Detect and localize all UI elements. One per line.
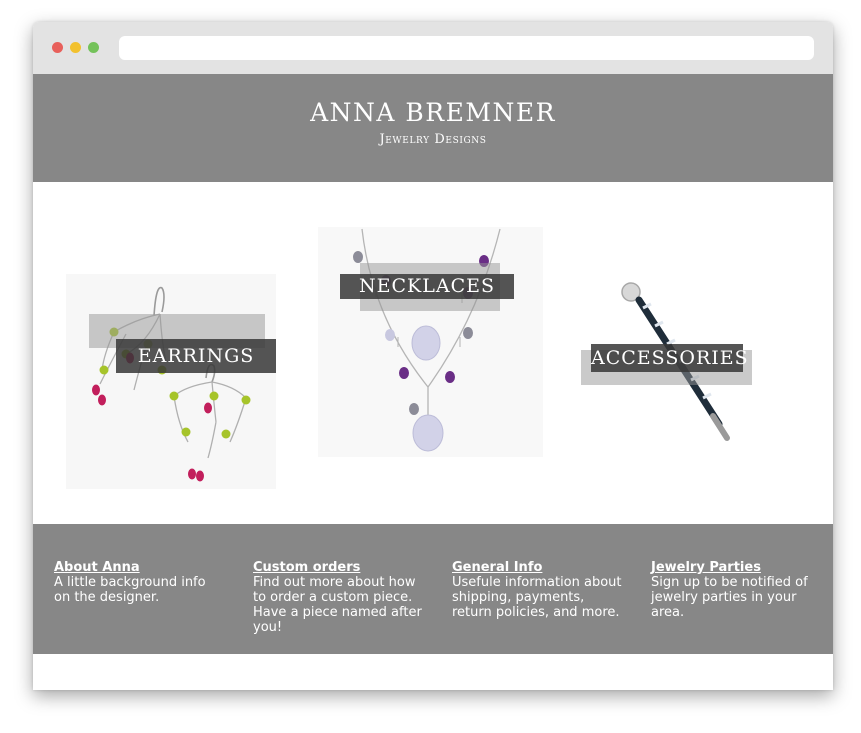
address-bar[interactable] [119,36,814,60]
maximize-window-button[interactable] [88,42,99,53]
earrings-label[interactable]: EARRINGS [116,339,276,373]
browser-window: ANNA BREMNER Jewelry Designs EARRINGS NE… [33,22,833,690]
about-anna-text: A little background info on the designer… [54,575,206,605]
category-tile-accessories[interactable]: ACCESSORIES [581,274,752,449]
page-bottom [33,654,833,690]
footer-column-about: About Anna A little background info on t… [54,560,224,605]
category-tile-earrings[interactable]: EARRINGS [66,274,276,489]
site-footer: About Anna A little background info on t… [33,524,833,654]
necklace-photo [318,227,543,457]
browser-titlebar [33,22,833,74]
jewelry-parties-link[interactable]: Jewelry Parties [651,560,821,575]
brand-name[interactable]: ANNA BREMNER [33,98,833,127]
earrings-photo [66,274,276,489]
footer-column-general: General Info Usefule information about s… [452,560,622,620]
brand-subtitle: Jewelry Designs [379,132,487,147]
necklaces-label[interactable]: NECKLACES [340,274,514,299]
close-window-button[interactable] [52,42,63,53]
general-info-link[interactable]: General Info [452,560,622,575]
custom-orders-link[interactable]: Custom orders [253,560,423,575]
jewelry-parties-text: Sign up to be notified of jewelry partie… [651,575,808,620]
site-header: ANNA BREMNER Jewelry Designs [33,74,833,182]
category-tile-necklaces[interactable]: NECKLACES [318,227,543,457]
footer-column-custom: Custom orders Find out more about how to… [253,560,423,635]
general-info-text: Usefule information about shipping, paym… [452,575,622,620]
minimize-window-button[interactable] [70,42,81,53]
category-gallery: EARRINGS NECKLACES ACCESSORIES [33,182,833,524]
accessories-label[interactable]: ACCESSORIES [591,344,748,372]
about-anna-link[interactable]: About Anna [54,560,224,575]
custom-orders-text: Find out more about how to order a custo… [253,575,422,635]
footer-column-parties: Jewelry Parties Sign up to be notified o… [651,560,821,620]
